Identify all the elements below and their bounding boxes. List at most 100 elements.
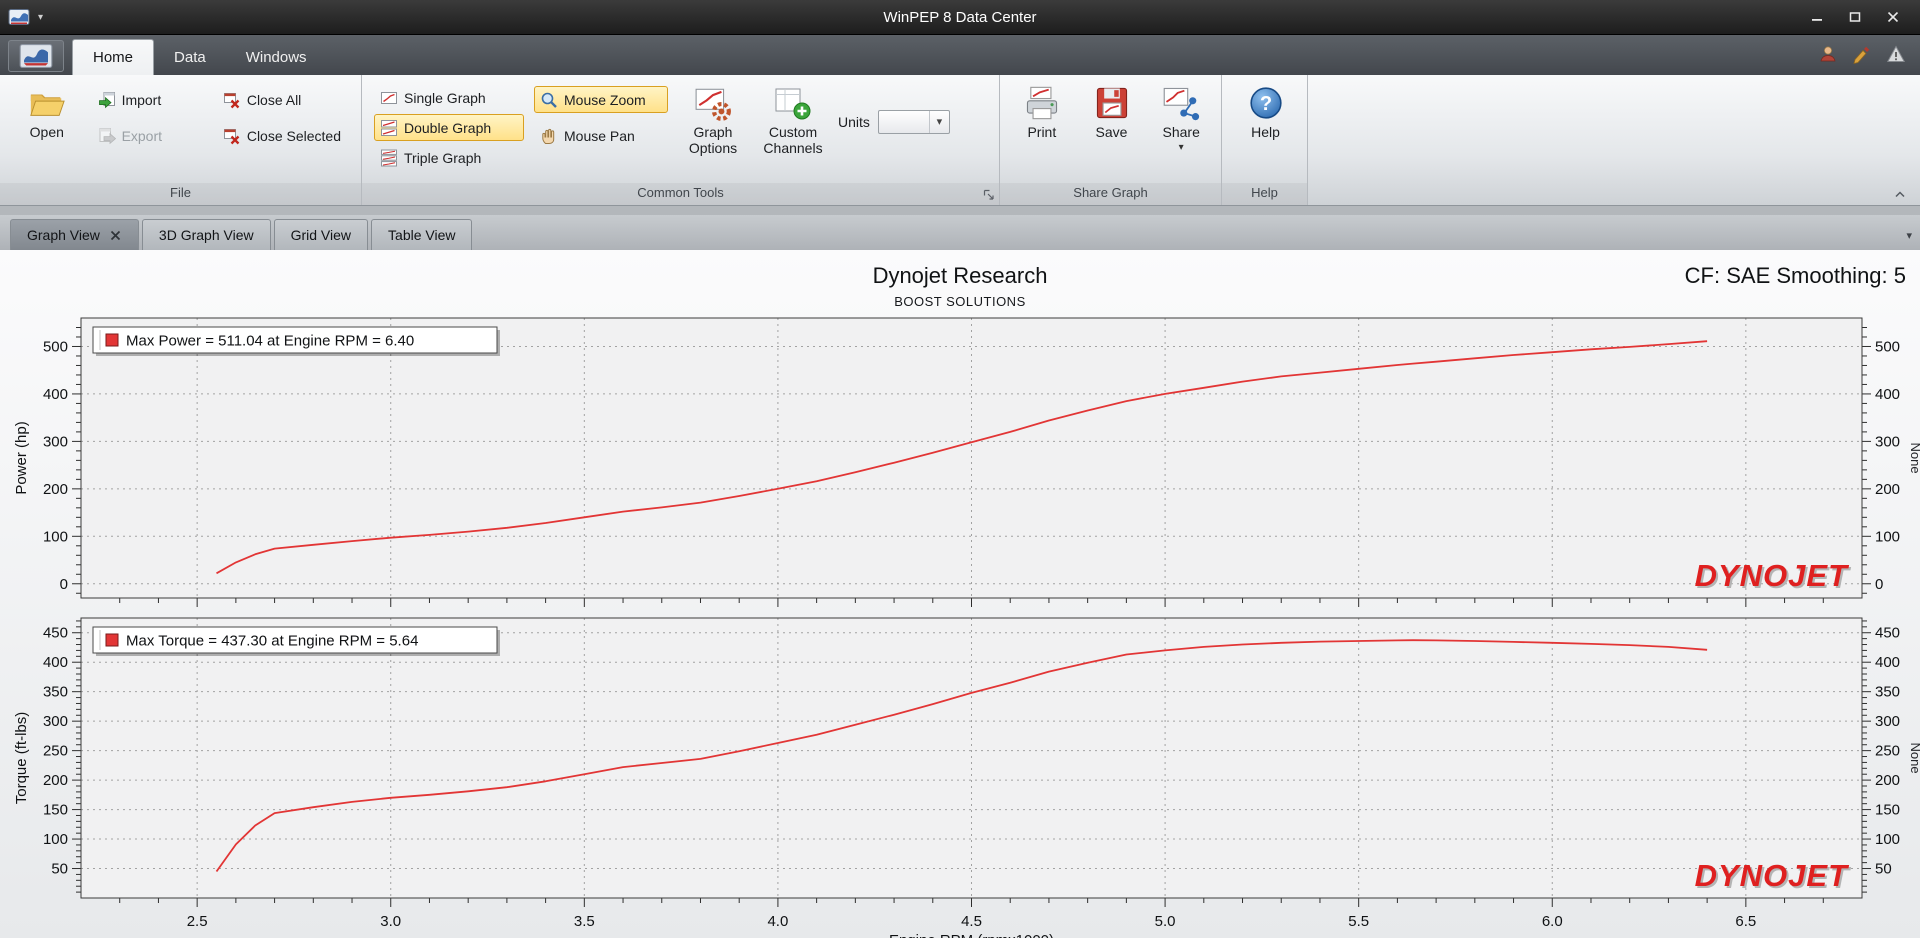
svg-text:200: 200: [43, 772, 68, 789]
svg-text:400: 400: [43, 386, 68, 403]
svg-text:400: 400: [43, 654, 68, 671]
print-button[interactable]: Print: [1012, 82, 1072, 144]
triple-graph-button[interactable]: Triple Graph: [374, 144, 524, 171]
svg-text:2.5: 2.5: [187, 913, 208, 930]
svg-text:100: 100: [43, 528, 68, 545]
ribbon-collapse-icon[interactable]: [1892, 186, 1908, 202]
tab-close-icon[interactable]: [109, 229, 122, 242]
single-graph-icon: [380, 89, 398, 107]
mouse-zoom-button[interactable]: Mouse Zoom: [534, 86, 668, 113]
app-logo-icon[interactable]: [8, 7, 30, 27]
svg-text:5.0: 5.0: [1155, 913, 1176, 930]
svg-text:400: 400: [1875, 654, 1900, 671]
ribbon-tab-home[interactable]: Home: [72, 39, 155, 75]
mouse-zoom-icon: [540, 91, 558, 109]
svg-text:50: 50: [51, 861, 68, 878]
help-button[interactable]: ? Help: [1235, 82, 1297, 144]
svg-text:DYNOJET: DYNOJET: [1695, 858, 1850, 893]
svg-text:Max Power = 511.04 at Engine R: Max Power = 511.04 at Engine RPM = 6.40: [126, 333, 414, 350]
share-graph-group: Print Save Share ▾ Share Graph: [1000, 75, 1222, 205]
double-graph-button[interactable]: Double Graph: [374, 114, 524, 141]
custom-channels-button[interactable]: Custom Channels: [758, 82, 828, 159]
svg-text:100: 100: [1875, 831, 1900, 848]
close-selected-button[interactable]: Close Selected: [217, 122, 351, 149]
titlebar: ▾ WinPEP 8 Data Center: [0, 0, 1920, 35]
save-button[interactable]: Save: [1082, 82, 1142, 144]
graph-options-icon: [694, 85, 732, 121]
svg-text:None: None: [1908, 442, 1920, 473]
svg-text:100: 100: [1875, 528, 1900, 545]
svg-text:50: 50: [1875, 861, 1892, 878]
custom-channels-icon: [774, 85, 812, 121]
close-all-button[interactable]: Close All: [217, 86, 351, 113]
open-button[interactable]: Open: [12, 82, 82, 144]
import-button[interactable]: Import: [92, 86, 207, 113]
share-label: Share: [1162, 124, 1200, 140]
close-all-icon: [223, 91, 241, 109]
print-label: Print: [1027, 124, 1057, 140]
svg-text:3.5: 3.5: [574, 913, 595, 930]
export-button: Export: [92, 122, 207, 149]
svg-text:100: 100: [43, 831, 68, 848]
single-graph-button[interactable]: Single Graph: [374, 84, 524, 111]
ribbon-tab-windows[interactable]: Windows: [226, 40, 327, 75]
tab-grid-view-label: Grid View: [290, 227, 352, 243]
svg-text:200: 200: [1875, 481, 1900, 498]
help-label: Help: [1251, 124, 1280, 140]
close-selected-label: Close Selected: [246, 127, 341, 144]
units-dropdown[interactable]: ▾: [877, 110, 950, 134]
file-menu-button[interactable]: [8, 40, 64, 72]
export-icon: [98, 127, 116, 145]
close-button[interactable]: [1874, 5, 1912, 29]
svg-text:300: 300: [43, 713, 68, 730]
svg-text:Power (hp): Power (hp): [13, 421, 30, 494]
svg-text:250: 250: [43, 743, 68, 760]
svg-text:DYNOJET: DYNOJET: [1695, 558, 1850, 593]
graph-options-button[interactable]: Graph Options: [678, 82, 748, 159]
svg-text:450: 450: [43, 625, 68, 642]
user-icon[interactable]: [1818, 44, 1838, 64]
svg-text:250: 250: [1875, 743, 1900, 760]
svg-text:350: 350: [1875, 684, 1900, 701]
svg-text:Torque (ft-lbs): Torque (ft-lbs): [13, 712, 30, 805]
graph-options-label: Graph Options: [688, 124, 738, 156]
tab-3d-graph-view[interactable]: 3D Graph View: [141, 219, 271, 250]
alert-icon[interactable]: [1886, 44, 1906, 64]
share-icon: [1162, 85, 1200, 121]
svg-text:300: 300: [1875, 713, 1900, 730]
brush-icon[interactable]: [1852, 44, 1872, 65]
svg-text:0: 0: [60, 576, 68, 593]
file-group-label: File: [0, 183, 361, 205]
svg-text:450: 450: [1875, 625, 1900, 642]
charts-canvas[interactable]: 0 0 100 100 200 200 300 300 400 400 500 500 Power (h…: [0, 250, 1920, 938]
svg-text:5.5: 5.5: [1348, 913, 1369, 930]
svg-text:6.5: 6.5: [1735, 913, 1756, 930]
window-background-strip: [0, 206, 1920, 215]
svg-text:?: ?: [1259, 93, 1271, 115]
units-caret-icon: ▾: [928, 111, 949, 133]
mouse-pan-button[interactable]: Mouse Pan: [534, 122, 668, 149]
dialog-launcher-icon[interactable]: [982, 188, 996, 202]
svg-text:6.0: 6.0: [1542, 913, 1563, 930]
tab-grid-view[interactable]: Grid View: [273, 219, 369, 250]
share-caret-icon: ▾: [1178, 141, 1184, 153]
svg-text:4.0: 4.0: [767, 913, 788, 930]
help-group: ? Help Help: [1222, 75, 1308, 205]
svg-text:200: 200: [1875, 772, 1900, 789]
window-title: WinPEP 8 Data Center: [883, 8, 1037, 26]
tab-list-caret-icon[interactable]: ▾: [1906, 229, 1912, 242]
tab-table-view[interactable]: Table View: [371, 219, 473, 250]
svg-text:400: 400: [1875, 386, 1900, 403]
tab-graph-view[interactable]: Graph View: [10, 219, 139, 250]
common-tools-group: Single Graph Double Graph Triple Graph M…: [362, 75, 1000, 205]
chart-area: Dynojet Research BOOST SOLUTIONS CF: SAE…: [0, 250, 1920, 938]
double-graph-icon: [380, 119, 398, 137]
minimize-button[interactable]: [1798, 5, 1836, 29]
mouse-pan-icon: [540, 127, 558, 145]
import-label: Import: [121, 91, 162, 108]
quick-access-caret-icon[interactable]: ▾: [38, 12, 43, 23]
share-button[interactable]: Share ▾: [1151, 82, 1211, 156]
maximize-button[interactable]: [1836, 5, 1874, 29]
custom-channels-label: Custom Channels: [763, 124, 823, 156]
ribbon-tab-data[interactable]: Data: [154, 40, 226, 75]
